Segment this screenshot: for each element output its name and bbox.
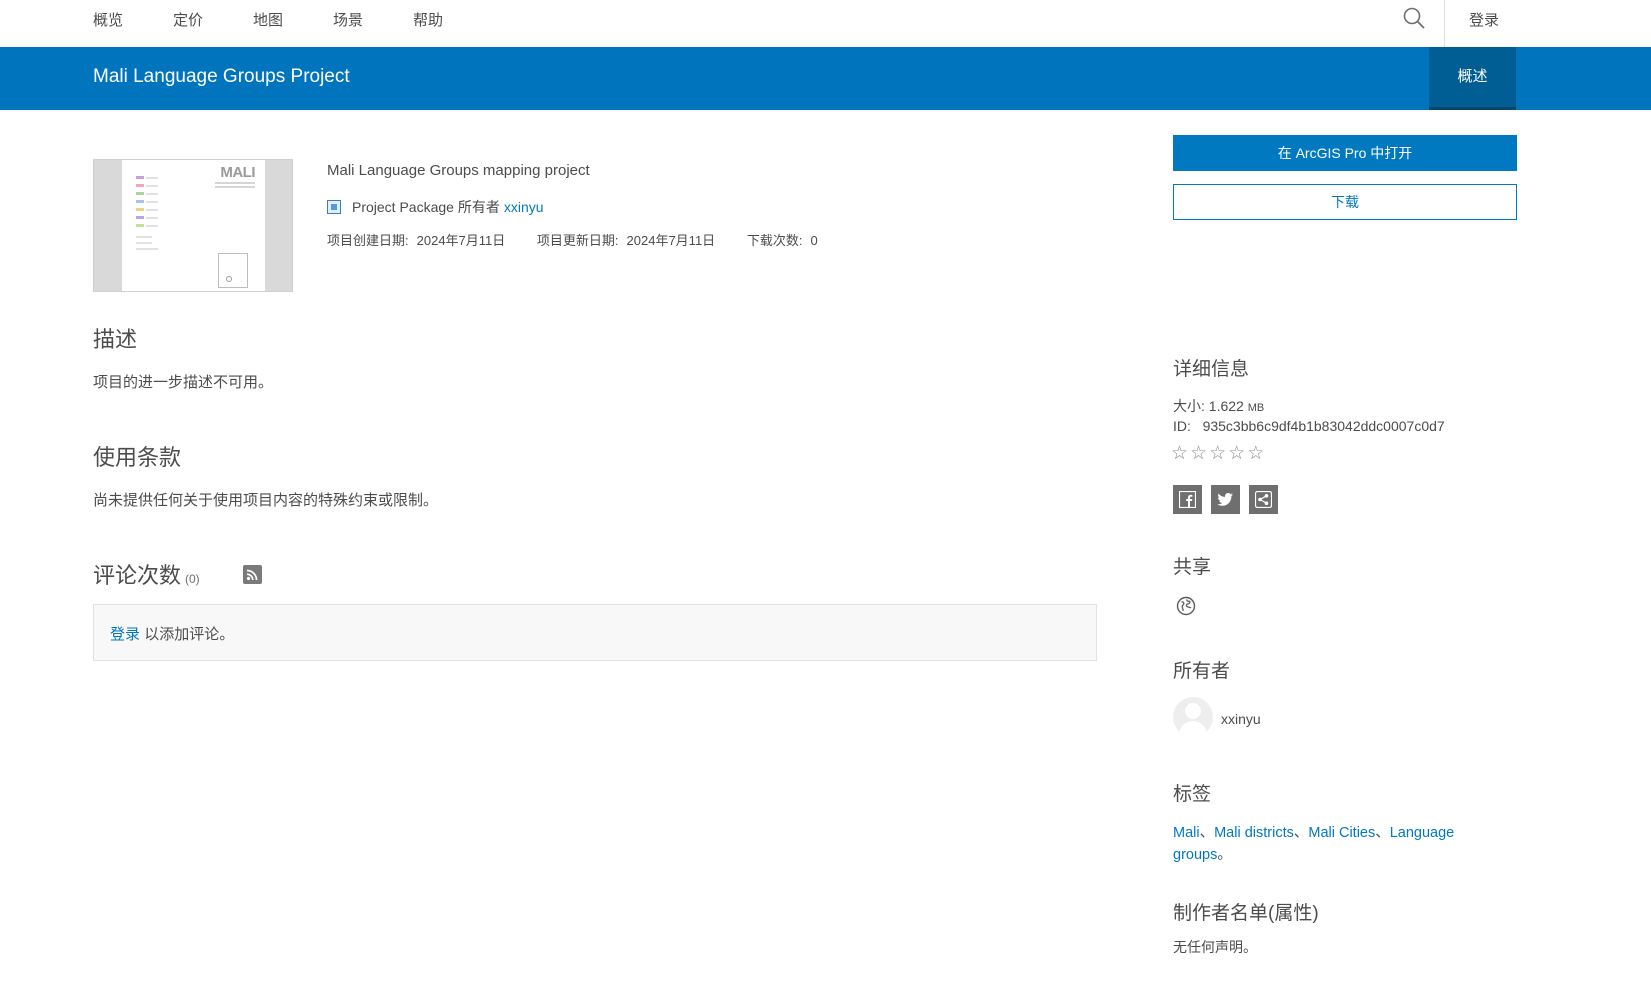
legend-line (136, 242, 152, 244)
description-text: 项目的进一步描述不可用。 (93, 374, 274, 391)
item-thumbnail: MALI (93, 159, 293, 292)
avatar[interactable] (1173, 697, 1213, 737)
legend-swatch (136, 176, 144, 179)
login-link[interactable]: 登录 (1469, 9, 1499, 30)
twitter-icon[interactable] (1211, 485, 1240, 514)
item-type-line: Project Package 所有者 xxinyu (327, 197, 544, 217)
tag-separator: 、 (1375, 825, 1390, 841)
comments-count: (0) (185, 572, 200, 586)
size-label: 大小: (1173, 398, 1205, 414)
item-snippet: Mali Language Groups mapping project (327, 162, 590, 179)
legend-swatch (136, 184, 144, 187)
tag-separator: 、 (1199, 825, 1215, 841)
id-value: 935c3bb6c9df4b1b83042ddc0007c0d7 (1202, 418, 1445, 434)
terms-text: 尚未提供任何关于使用项目内容的特殊约束或限制。 (93, 492, 439, 509)
open-in-arcgis-pro-button[interactable]: 在 ArcGIS Pro 中打开 (1173, 135, 1517, 171)
size-line: 大小: 1.622 MB (1173, 396, 1264, 416)
thumbnail-map-page: MALI (122, 160, 265, 291)
star-icon[interactable]: ☆ (1247, 443, 1266, 464)
legend-swatch (136, 208, 144, 211)
comments-heading: 评论次数 (0) (93, 558, 200, 590)
rss-icon[interactable] (243, 565, 262, 584)
tag-separator: 、 (1293, 825, 1309, 841)
legend-swatch (136, 200, 144, 203)
star-icon[interactable]: ☆ (1209, 443, 1228, 464)
facebook-icon[interactable] (1173, 485, 1202, 514)
nav-pricing[interactable]: 定价 (173, 9, 203, 30)
updated-label: 项目更新日期: (536, 233, 619, 248)
owner-link[interactable]: xxinyu (504, 199, 544, 215)
nav-scene[interactable]: 场景 (333, 9, 363, 30)
tab-overview[interactable]: 概述 (1429, 47, 1516, 110)
id-label: ID: (1173, 418, 1191, 434)
description-heading: 描述 (93, 327, 138, 352)
legend-line (136, 248, 158, 250)
legend-line (146, 225, 158, 227)
credits-heading: 制作者名单(属性) (1173, 903, 1319, 924)
legend-line (136, 236, 152, 238)
tag-mali-districts[interactable]: Mali districts (1214, 825, 1294, 841)
share-link-icon[interactable] (1249, 485, 1278, 514)
project-package-icon (327, 200, 341, 214)
created-value: 2024年7月11日 (416, 233, 506, 248)
thumbnail-north-arrow (226, 276, 232, 282)
thumbnail-subtitle-line (215, 186, 255, 188)
owner-heading: 所有者 (1173, 661, 1231, 682)
terms-heading: 使用条款 (93, 445, 182, 470)
details-heading: 详细信息 (1173, 359, 1250, 380)
tag-list: Mali、Mali districts、Mali Cities、Language… (1173, 822, 1503, 866)
legend-line (146, 185, 158, 187)
page-title: Mali Language Groups Project (93, 66, 350, 87)
tag-terminator: 。 (1217, 847, 1232, 863)
legend-swatch (136, 216, 144, 219)
owner-name[interactable]: xxinyu (1221, 711, 1261, 727)
credits-text: 无任何声明。 (1173, 939, 1257, 955)
item-title-bar: Mali Language Groups Project 概述 (0, 47, 1651, 110)
size-unit: MB (1247, 402, 1265, 414)
nav-help[interactable]: 帮助 (413, 9, 443, 30)
thumbnail-inset-frame (218, 253, 248, 288)
id-line: ID: 935c3bb6c9df4b1b83042ddc0007c0d7 (1173, 418, 1445, 434)
legend-line (146, 209, 158, 211)
owner-prefix: 所有者 (457, 199, 500, 215)
size-value: 1.622 (1208, 398, 1244, 414)
tag-mali[interactable]: Mali (1173, 825, 1200, 841)
rating-stars: ☆☆☆☆☆ (1171, 442, 1266, 465)
top-nav: 概览 定价 地图 场景 帮助 登录 (0, 0, 1651, 48)
item-dates: 项目创建日期: 2024年7月11日 项目更新日期: 2024年7月11日 下载次数… (327, 230, 826, 249)
nav-overview[interactable]: 概览 (93, 9, 123, 30)
comments-heading-text: 评论次数 (93, 563, 182, 588)
legend-line (146, 177, 158, 179)
tags-heading: 标签 (1173, 784, 1212, 805)
download-button[interactable]: 下载 (1173, 184, 1517, 220)
legend-line (146, 201, 158, 203)
star-icon[interactable]: ☆ (1190, 443, 1209, 464)
tag-mali-cities[interactable]: Mali Cities (1308, 825, 1375, 841)
thumbnail-map-title: MALI (220, 164, 255, 181)
star-icon[interactable]: ☆ (1228, 443, 1247, 464)
nav-divider (1444, 0, 1445, 47)
globe-icon (1176, 596, 1196, 616)
item-type: Project Package (352, 199, 454, 215)
comment-login-text: 以添加评论。 (144, 626, 235, 643)
downloads-value: 0 (810, 233, 818, 248)
search-icon[interactable] (1402, 6, 1426, 30)
comment-login-box: 登录 以添加评论。 (93, 604, 1097, 661)
legend-swatch (136, 192, 144, 195)
share-heading: 共享 (1173, 557, 1212, 578)
star-icon[interactable]: ☆ (1171, 443, 1190, 464)
nav-map[interactable]: 地图 (253, 9, 283, 30)
updated-value: 2024年7月11日 (626, 233, 716, 248)
legend-swatch (136, 224, 144, 227)
legend-line (146, 217, 158, 219)
comment-login-link[interactable]: 登录 (110, 626, 140, 643)
legend-line (146, 193, 158, 195)
thumbnail-subtitle-line (215, 182, 255, 184)
downloads-label: 下载次数: (746, 233, 803, 248)
created-label: 项目创建日期: (327, 233, 409, 248)
